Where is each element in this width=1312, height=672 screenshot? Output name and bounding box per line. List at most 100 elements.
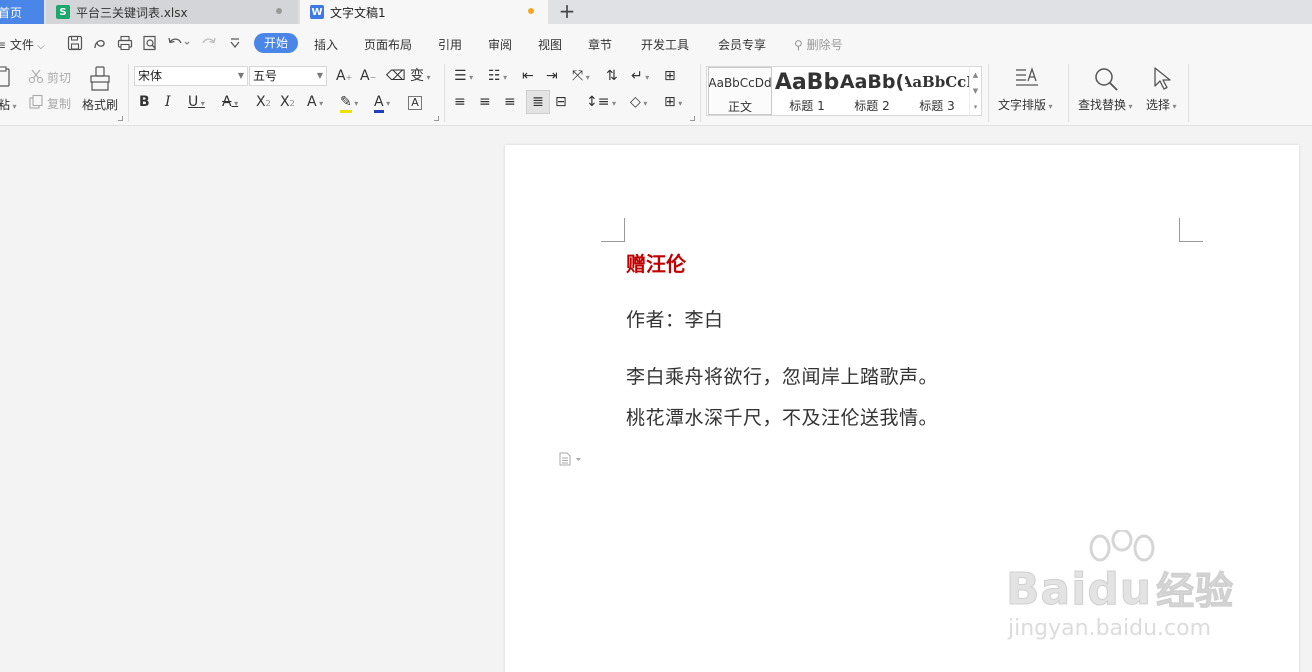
font-name-select[interactable]: 宋体 ▼ <box>134 66 248 86</box>
tab-chapter[interactable]: 章节 <box>588 36 612 53</box>
divider <box>444 64 445 122</box>
tab-spreadsheet[interactable]: S 平台三关键词表.xlsx <box>46 0 298 24</box>
paragraph-options-icon[interactable] <box>559 451 585 470</box>
character-border-icon[interactable]: A <box>408 96 422 110</box>
chevron-down-icon[interactable]: ▼ <box>970 83 981 99</box>
undo-icon[interactable] <box>166 34 192 52</box>
find-replace-button[interactable]: 查找替换 ▾ <box>1078 96 1133 113</box>
document-file-icon: W <box>310 5 324 19</box>
format-painter-button[interactable]: 格式刷 <box>82 96 118 113</box>
file-menu[interactable]: ≡ 文件 ⌵ <box>0 36 45 53</box>
chevron-down-icon: ▼ <box>237 71 244 80</box>
text-layout-icon[interactable] <box>1014 66 1040 90</box>
font-size-value: 五号 <box>253 69 278 83</box>
paste-button[interactable]: 粘 ▾ <box>0 96 17 113</box>
paste-icon[interactable] <box>0 66 12 88</box>
table-of-tabs-icon[interactable]: ⊞ <box>664 68 676 84</box>
tab-close-dot-icon[interactable] <box>276 8 282 14</box>
clipboard-dialog-launcher[interactable] <box>118 116 123 121</box>
shading-icon[interactable]: ◇ ▾ <box>630 94 647 112</box>
poem-title[interactable]: 赠汪伦 <box>626 248 686 277</box>
style-preview: AaBb <box>775 69 839 95</box>
decrease-indent-icon[interactable]: ⇤ <box>522 68 534 84</box>
styles-gallery: AaBbCcDd 正文 AaBb 标题 1 AaBb( 标题 2 AaBbCcI… <box>706 66 982 116</box>
align-right-icon[interactable]: ≡ <box>504 94 516 110</box>
borders-icon[interactable]: ⊞ ▾ <box>664 94 682 112</box>
save-icon[interactable] <box>66 34 84 52</box>
style-normal[interactable]: AaBbCcDd 正文 <box>708 67 772 115</box>
subscript-icon[interactable]: X2 <box>280 94 295 112</box>
more-styles-icon[interactable]: ▾ <box>970 99 981 115</box>
format-painter-icon[interactable] <box>89 66 111 92</box>
cut-icon[interactable] <box>28 68 44 84</box>
print-preview-icon[interactable] <box>141 34 159 52</box>
tab-member-exclusive[interactable]: 会员专享 <box>718 36 766 53</box>
command-search-label: 删除号 <box>806 38 843 52</box>
clear-format-icon[interactable]: ⌫ <box>386 68 406 84</box>
copy-button[interactable]: 复制 <box>47 95 71 112</box>
new-tab-button[interactable]: + <box>556 0 578 24</box>
tab-page-layout[interactable]: 页面布局 <box>364 36 412 53</box>
sort-icon[interactable]: ⇅ <box>606 68 618 84</box>
export-pdf-icon[interactable] <box>91 34 109 52</box>
customize-toolbar-icon[interactable] <box>226 34 244 52</box>
paragraph-dialog-launcher[interactable] <box>690 116 695 121</box>
style-heading-1[interactable]: AaBb 标题 1 <box>775 67 839 115</box>
tab-home[interactable]: 首页 <box>0 0 44 24</box>
hamburger-icon: ≡ <box>0 38 7 52</box>
italic-icon[interactable]: I <box>165 94 171 110</box>
font-name-value: 宋体 <box>138 69 163 83</box>
unsaved-dot-icon[interactable] <box>528 8 534 14</box>
shrink-font-icon[interactable]: A− <box>360 68 376 86</box>
print-icon[interactable] <box>116 34 134 52</box>
chevron-up-icon[interactable]: ▲ <box>970 67 981 83</box>
highlight-color-icon[interactable]: ✎ ▾ <box>340 94 358 113</box>
cut-button[interactable]: 剪切 <box>47 69 71 86</box>
styles-scroll[interactable]: ▲ ▼ ▾ <box>969 67 981 115</box>
style-heading-2[interactable]: AaBb( 标题 2 <box>840 67 904 115</box>
copy-icon[interactable] <box>28 94 44 110</box>
superscript-icon[interactable]: X2 <box>256 94 271 112</box>
style-preview: AaBbCcI <box>905 73 969 91</box>
grow-font-icon[interactable]: A+ <box>336 68 352 86</box>
numbered-list-icon[interactable]: ☷ ▾ <box>488 68 507 86</box>
ribbon-toolbar: 粘 ▾ 剪切 复制 格式刷 宋体 ▼ 五号 ▼ A+ A− ⌫ 变 ▾ B I U … <box>0 62 1312 126</box>
tab-review[interactable]: 审阅 <box>488 36 512 53</box>
text-effect-icon[interactable]: A ▾ <box>307 94 323 112</box>
poem-author[interactable]: 作者：李白 <box>626 305 724 332</box>
select-button[interactable]: 选择 ▾ <box>1146 96 1177 113</box>
chinese-layout-icon[interactable]: ⤧ ▾ <box>572 68 590 86</box>
bold-icon[interactable]: B <box>139 94 150 110</box>
find-replace-icon[interactable] <box>1093 66 1119 92</box>
distributed-align-icon[interactable]: ⊟ <box>555 94 567 110</box>
tab-insert[interactable]: 插入 <box>314 36 338 53</box>
font-dialog-launcher[interactable] <box>434 116 439 121</box>
font-color-icon[interactable]: A ▾ <box>374 94 390 113</box>
cursor-select-icon[interactable] <box>1152 66 1174 92</box>
tab-document[interactable]: W 文字文稿1 <box>300 0 548 24</box>
spreadsheet-file-icon: S <box>56 5 70 19</box>
font-size-select[interactable]: 五号 ▼ <box>249 66 327 86</box>
underline-icon[interactable]: U ▾ <box>188 94 205 112</box>
align-center-icon[interactable]: ≡ <box>479 94 491 110</box>
tab-start[interactable]: 开始 <box>254 33 298 53</box>
style-heading-3[interactable]: AaBbCcI 标题 3 <box>905 67 969 115</box>
text-layout-button[interactable]: 文字排版 ▾ <box>998 96 1053 113</box>
poem-line[interactable]: 李白乘舟将欲行，忽闻岸上踏歌声。 <box>626 362 938 389</box>
tab-reference[interactable]: 引用 <box>438 36 462 53</box>
align-left-icon[interactable]: ≡ <box>454 94 466 110</box>
tab-view[interactable]: 视图 <box>538 36 562 53</box>
line-spacing-icon[interactable]: ↕≡ ▾ <box>586 94 616 112</box>
command-search[interactable]: ⚲ 删除号 <box>794 36 843 53</box>
poem-line[interactable]: 桃花潭水深千尺，不及汪伦送我情。 <box>626 403 938 430</box>
justify-icon[interactable]: ≣ <box>526 90 550 114</box>
strikethrough-icon[interactable]: A ▾ <box>222 94 238 112</box>
phonetic-guide-icon[interactable]: 变 ▾ <box>410 68 431 86</box>
increase-indent-icon[interactable]: ⇥ <box>546 68 558 84</box>
show-hide-marks-icon[interactable]: ↵ ▾ <box>631 68 649 86</box>
page-margin-mark <box>1179 218 1203 242</box>
find-replace-label: 查找替换 <box>1078 98 1127 112</box>
tab-developer-tools[interactable]: 开发工具 <box>641 36 689 53</box>
bullet-list-icon[interactable]: ☰ ▾ <box>454 68 473 86</box>
redo-icon[interactable] <box>200 34 218 52</box>
